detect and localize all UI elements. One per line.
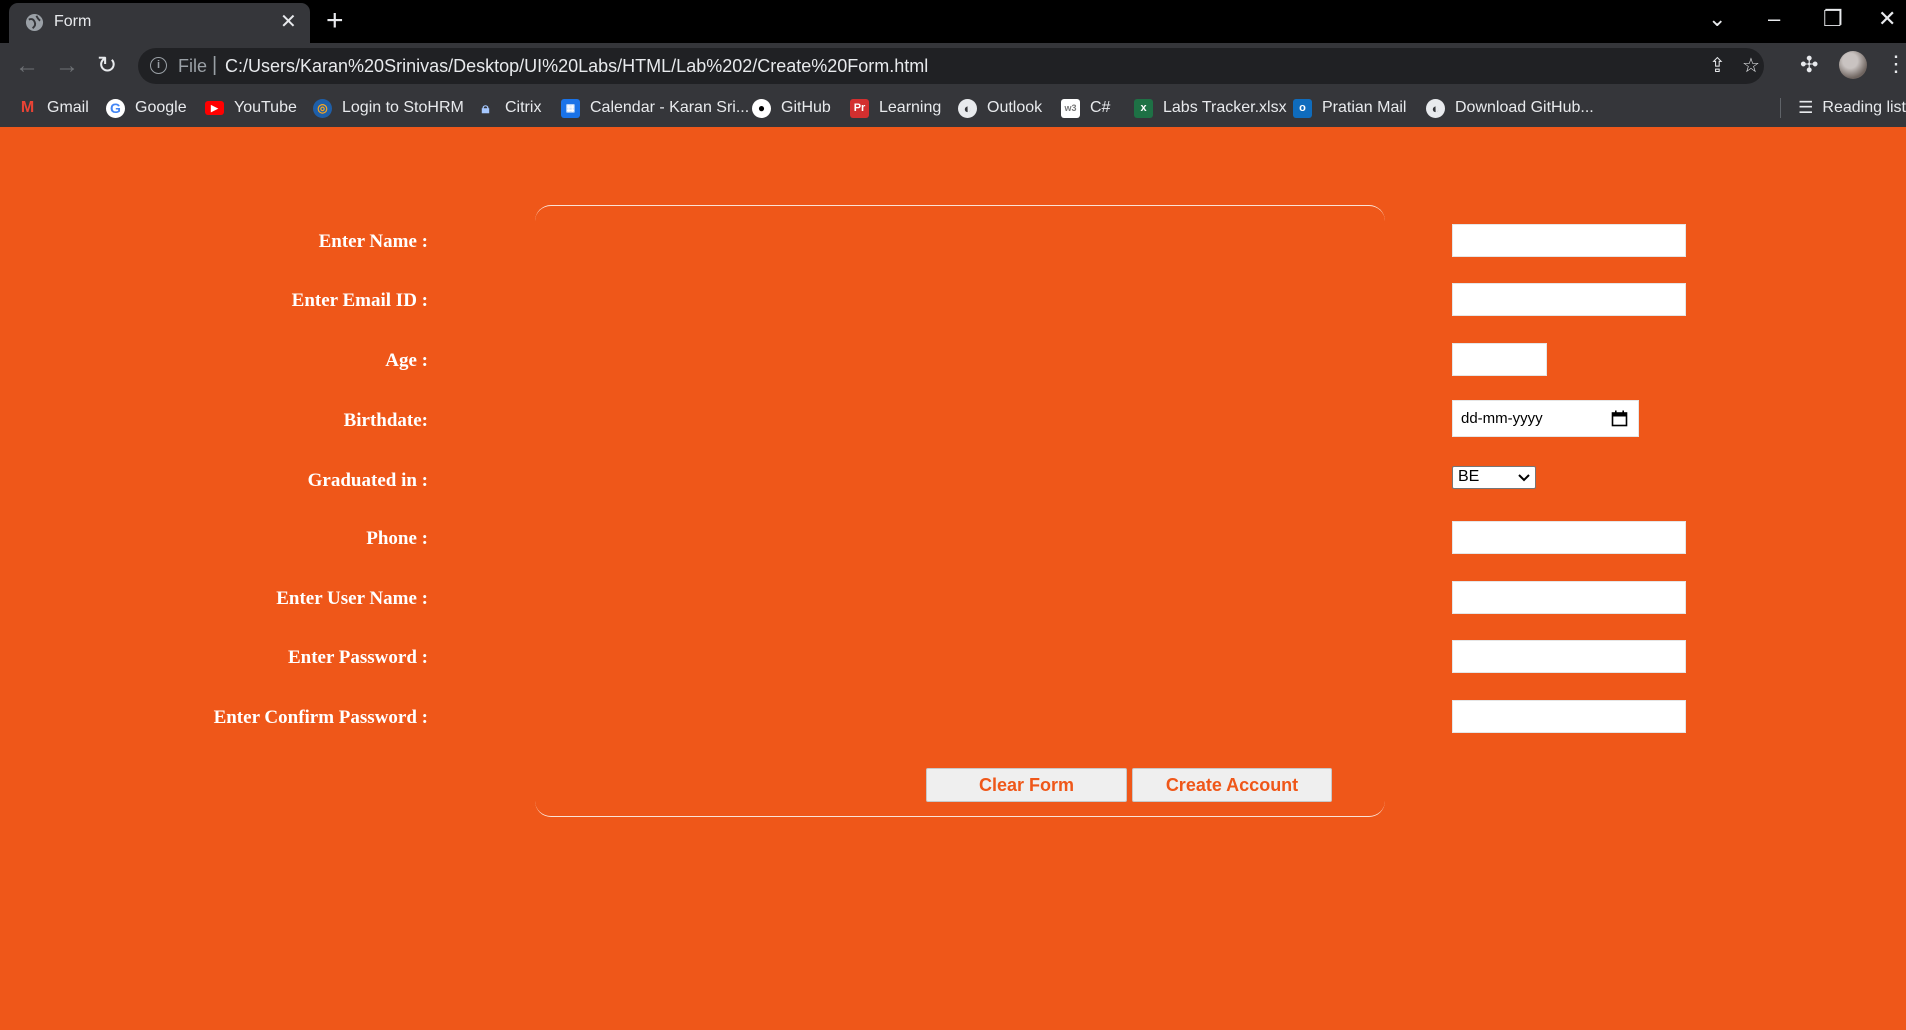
bookmark-label: GitHub — [781, 99, 831, 116]
email-label: Enter Email ID : — [291, 290, 428, 311]
username-label: Enter User Name : — [276, 588, 428, 609]
google-icon: G — [106, 98, 125, 118]
phone-label: Phone : — [366, 528, 428, 549]
name-label: Enter Name : — [318, 231, 428, 252]
bookmark-label: Download GitHub... — [1455, 99, 1594, 116]
bookmark-google[interactable]: G Google — [106, 96, 187, 120]
clear-form-button[interactable]: Clear Form — [926, 768, 1127, 802]
close-window-icon[interactable]: ✕ — [1878, 6, 1896, 32]
confirm-password-label: Enter Confirm Password : — [213, 707, 428, 728]
tab-title: Form — [54, 13, 92, 30]
bookmark-citrix[interactable]: 🔒︎ Citrix — [476, 96, 542, 120]
youtube-icon: ▶ — [205, 101, 224, 115]
graduated-select[interactable]: BE — [1452, 466, 1536, 489]
browser-toolbar: ← → ↻ i File | C:/Users/Karan%20Srinivas… — [0, 43, 1906, 89]
reload-icon[interactable]: ↻ — [92, 51, 122, 81]
menu-icon[interactable]: ⋮ — [1885, 51, 1906, 77]
bookmark-download-github[interactable]: ◐ Download GitHub... — [1426, 96, 1594, 120]
age-label: Age : — [385, 350, 428, 371]
birthdate-placeholder: dd-mm-yyyy — [1461, 410, 1543, 427]
bookmark-outlook[interactable]: ◐ Outlook — [958, 96, 1042, 120]
bookmark-github[interactable]: ● GitHub — [752, 96, 831, 120]
close-tab-icon[interactable]: ✕ — [280, 12, 297, 32]
reading-list-icon: ☰ — [1798, 98, 1814, 117]
bookmark-label: Labs Tracker.xlsx — [1163, 99, 1287, 116]
pr-icon: Pr — [850, 98, 869, 118]
bookmark-label: Gmail — [47, 99, 89, 116]
calendar-icon[interactable] — [1611, 410, 1628, 427]
email-input[interactable] — [1452, 283, 1686, 316]
minimize-icon[interactable]: – — [1768, 6, 1780, 32]
birthdate-input[interactable]: dd-mm-yyyy — [1452, 400, 1639, 437]
bookmark-learning[interactable]: Pr Learning — [850, 96, 941, 120]
calendar-icon: ▦ — [561, 98, 580, 118]
avatar[interactable] — [1839, 51, 1867, 79]
globe-icon — [25, 13, 44, 32]
star-icon[interactable]: ☆ — [1742, 53, 1760, 79]
tab-search-icon[interactable]: ⌄ — [1708, 6, 1726, 32]
citrix-icon: 🔒︎ — [481, 99, 490, 117]
graduated-selected-value: BE — [1458, 468, 1480, 485]
bookmark-label: Pratian Mail — [1322, 99, 1407, 116]
bookmark-label: Learning — [879, 99, 942, 116]
bookmark-label: Outlook — [987, 99, 1043, 116]
bookmark-stohrm[interactable]: ◎ Login to StoHRM — [313, 96, 464, 120]
graduated-label: Graduated in : — [307, 470, 428, 491]
active-tab[interactable]: Form ✕ — [9, 3, 310, 43]
username-input[interactable] — [1452, 581, 1686, 614]
age-input[interactable] — [1452, 343, 1547, 376]
separator: | — [212, 54, 218, 76]
create-account-button[interactable]: Create Account — [1132, 768, 1332, 802]
gmail-icon: M — [20, 99, 35, 116]
bookmarks-bar: M Gmail G Google ▶ YouTube ◎ Login to St… — [0, 89, 1906, 127]
bookmark-calendar[interactable]: ▦ Calendar - Karan Sri... — [561, 96, 749, 120]
stohrm-icon: ◎ — [313, 98, 332, 118]
bookmark-youtube[interactable]: ▶ YouTube — [205, 96, 297, 120]
globe-icon: ◐ — [958, 98, 977, 118]
bookmark-label: C# — [1090, 99, 1111, 116]
forward-icon[interactable]: → — [52, 51, 82, 81]
tab-strip: Form ✕ + ⌄ – ❐ ✕ — [0, 0, 1906, 43]
w3-icon: w3 — [1061, 98, 1080, 118]
bookmark-label: Login to StoHRM — [342, 99, 464, 116]
bookmark-csharp[interactable]: w3 C# — [1061, 96, 1110, 120]
bookmark-pratian-mail[interactable]: o Pratian Mail — [1293, 96, 1406, 120]
url-text[interactable]: C:/Users/Karan%20Srinivas/Desktop/UI%20L… — [225, 56, 928, 77]
reading-list-button[interactable]: ☰ Reading list — [1798, 96, 1906, 120]
globe-icon: ◐ — [1426, 98, 1445, 118]
address-bar[interactable]: i File | C:/Users/Karan%20Srinivas/Deskt… — [138, 48, 1764, 84]
info-icon[interactable]: i — [150, 57, 167, 74]
bookmark-gmail[interactable]: M Gmail — [18, 96, 89, 120]
reading-list-label: Reading list — [1822, 99, 1906, 116]
bookmark-label: Calendar - Karan Sri... — [590, 99, 750, 116]
excel-icon: x — [1134, 98, 1153, 118]
divider — [1780, 98, 1781, 118]
github-icon: ● — [752, 98, 771, 118]
back-icon[interactable]: ← — [12, 51, 42, 81]
bookmark-label: YouTube — [234, 99, 297, 116]
scheme-label: File — [178, 56, 208, 76]
share-icon[interactable]: ⇪ — [1709, 53, 1726, 79]
restore-icon[interactable]: ❐ — [1823, 6, 1843, 32]
chevron-down-icon — [1518, 474, 1530, 482]
phone-input[interactable] — [1452, 521, 1686, 554]
password-label: Enter Password : — [287, 647, 428, 668]
form-fieldset: Enter Name : Enter Email ID : Age : Birt… — [214, 205, 1686, 817]
outlook-icon: o — [1293, 98, 1312, 118]
bookmark-labs-tracker[interactable]: x Labs Tracker.xlsx — [1134, 96, 1287, 120]
password-input[interactable] — [1452, 640, 1686, 673]
extensions-icon[interactable]: ✣ — [1800, 52, 1818, 78]
confirm-password-input[interactable] — [1452, 700, 1686, 733]
birthdate-label: Birthdate: — [343, 410, 428, 431]
bookmark-label: Citrix — [505, 99, 542, 116]
new-tab-button[interactable]: + — [326, 6, 344, 36]
bookmark-label: Google — [135, 99, 187, 116]
name-input[interactable] — [1452, 224, 1686, 257]
